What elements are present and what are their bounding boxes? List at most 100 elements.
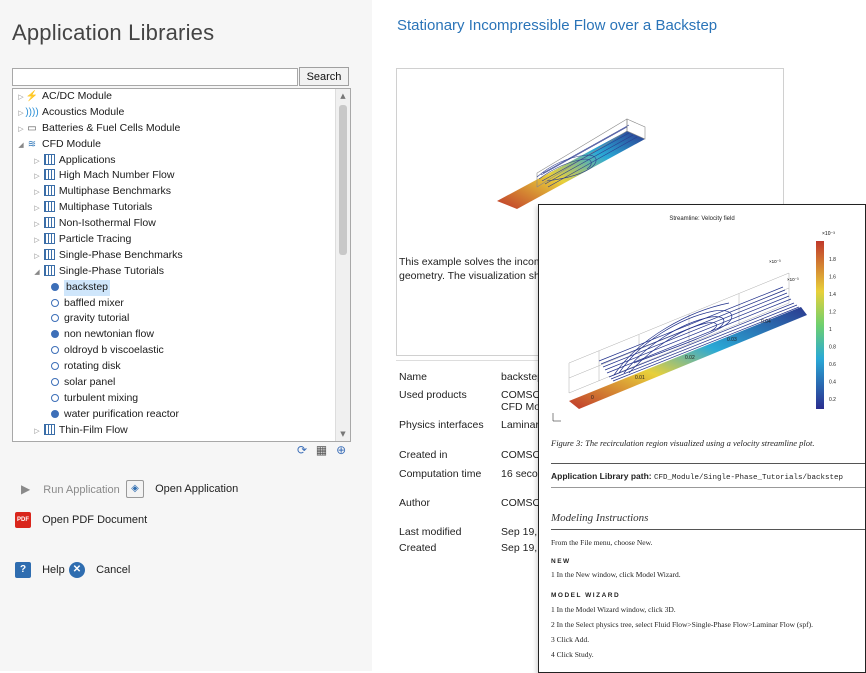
wizard-step-4: 4 Click Study. <box>551 650 594 659</box>
tree-item[interactable]: ▷ Non-Isothermal Flow <box>13 216 335 232</box>
model-filled-icon <box>51 330 59 339</box>
expand-icon[interactable]: ▷ <box>33 154 41 170</box>
tree-item[interactable]: ◢ Single-Phase Tutorials <box>13 264 335 280</box>
expand-icon[interactable]: ▷ <box>33 201 41 217</box>
tree-item-label: backstep <box>64 279 111 296</box>
pdf-document-page[interactable]: Streamline: Velocity field ×10⁻³ 1.8 1.6 1… <box>538 204 866 673</box>
refresh-icon[interactable]: ⟳ <box>297 443 307 457</box>
folder-icon <box>43 169 55 181</box>
web-icon[interactable]: ⊕ <box>336 443 346 457</box>
help-label: Help <box>42 563 65 576</box>
tree-item-label: Acoustics Module <box>42 105 125 118</box>
tree-item[interactable]: ▷ Multiphase Benchmarks <box>13 184 335 200</box>
expand-icon[interactable]: ▷ <box>33 233 41 249</box>
open-application-label: Open Application <box>155 482 239 495</box>
info-value: Laminar <box>501 419 539 431</box>
tree-item-label: water purification reactor <box>64 407 179 420</box>
cancel-button[interactable]: ✕ Cancel <box>69 562 130 578</box>
collapse-icon[interactable]: ◢ <box>33 265 41 281</box>
tree-scrollbar[interactable]: ▲ ▼ <box>335 89 350 441</box>
tree-item[interactable]: oldroyd b viscoelastic <box>13 343 335 359</box>
rule <box>551 463 865 464</box>
run-icon: ▶ <box>21 482 31 496</box>
tree-item-label: turbulent mixing <box>64 391 139 404</box>
tree-item[interactable]: baffled mixer <box>13 296 335 312</box>
tree-item[interactable]: ▷ Single-Phase Benchmarks <box>13 248 335 264</box>
library-tree[interactable]: ▷ ⚡ AC/DC Module ▷)))) Acoustics Module ▷ ▭ Bat… <box>12 88 351 442</box>
library-path-value: CFD_Module/Single-Phase_Tutorials/backst… <box>653 474 843 482</box>
expand-icon[interactable]: ▷ <box>33 249 41 265</box>
tree-item[interactable]: backstep <box>13 279 335 296</box>
folder-icon <box>43 248 55 260</box>
tree-item[interactable]: rotating disk <box>13 359 335 375</box>
library-pane: Application Libraries Search ▷ ⚡ AC/DC Mod… <box>0 0 372 671</box>
colorbar <box>816 241 824 409</box>
help-button[interactable]: ? Help <box>15 562 65 578</box>
colorbar-tick-label: 1.8 <box>829 257 836 263</box>
tree-item[interactable]: turbulent mixing <box>13 391 335 407</box>
folder-icon <box>43 423 55 435</box>
update-library-icon[interactable]: ▦ <box>316 443 327 457</box>
collapse-icon[interactable]: ◢ <box>17 138 25 154</box>
tree-item[interactable]: ◢ ≋ CFD Module <box>13 137 335 153</box>
expand-icon[interactable]: ▷ <box>33 185 41 201</box>
tree-item[interactable]: ▷ Particle Tracing <box>13 232 335 248</box>
model-wizard-heading: MODEL WIZARD <box>551 592 621 599</box>
tree-item-label: Multiphase Tutorials <box>58 201 153 214</box>
tree-item[interactable]: ▷ Thin-Film Flow <box>13 423 335 439</box>
tree-item[interactable]: non newtonian flow <box>13 327 335 343</box>
info-label: Name <box>399 371 428 383</box>
tree-item[interactable]: ▷ High Mach Number Flow <box>13 168 335 184</box>
expand-icon[interactable]: ▷ <box>17 122 25 138</box>
run-application-label: Run Application <box>43 484 120 496</box>
tree-item-label: Applications <box>58 153 116 166</box>
tree-item-label: non newtonian flow <box>64 328 154 341</box>
scrollbar-thumb[interactable] <box>339 105 347 255</box>
expand-icon[interactable]: ▷ <box>17 90 25 106</box>
description-line-1: This example solves the incomp <box>399 256 549 268</box>
streamline-plot: ×10⁻³ 1.8 1.6 1.4 1.2 1 0.8 0.6 0.4 0.2 0.04 0.03… <box>552 231 836 422</box>
tree-item[interactable]: ▷ ⚡ AC/DC Module <box>13 89 335 105</box>
scroll-up-icon[interactable]: ▲ <box>336 90 350 102</box>
tree-item[interactable]: water purification reactor <box>13 407 335 423</box>
search-button[interactable]: Search <box>299 67 349 86</box>
tree-item[interactable]: ▷ Applications <box>13 153 335 169</box>
tree-item[interactable]: ▷ ▭ Batteries & Fuel Cells Module <box>13 121 335 137</box>
cancel-icon: ✕ <box>69 562 85 578</box>
search-input[interactable] <box>12 68 298 86</box>
open-pdf-button[interactable]: PDF Open PDF Document <box>15 512 147 528</box>
folder-icon <box>43 201 55 213</box>
model-filled-icon <box>51 409 59 418</box>
tree-item-label: Chemical Reaction Engineering Module <box>42 439 226 441</box>
tree-item[interactable]: solar panel <box>13 375 335 391</box>
scroll-down-icon[interactable]: ▼ <box>336 428 350 440</box>
expand-icon[interactable]: ▷ <box>33 424 41 440</box>
tree-item[interactable]: ▷⁘Chemical Reaction Engineering Module <box>13 439 335 441</box>
open-application-button[interactable]: ◈ Open Application <box>126 480 238 498</box>
run-application-button[interactable]: ▶ Run Application <box>21 482 120 496</box>
colorbar-exponent: ×10⁻³ <box>822 231 835 237</box>
tree-item[interactable]: ▷)))) Acoustics Module <box>13 105 335 121</box>
colorbar-tick-label: 1.6 <box>829 275 836 281</box>
expand-icon[interactable]: ▷ <box>33 217 41 233</box>
wizard-step-2: 2 In the Select physics tree, select Flu… <box>551 620 813 629</box>
tree-item-label: gravity tutorial <box>64 312 130 325</box>
expand-icon[interactable]: ▷ <box>17 106 25 122</box>
battery-module-icon: ▭ <box>27 122 37 134</box>
tree-item-label: CFD Module <box>42 137 101 150</box>
expand-icon[interactable]: ▷ <box>17 440 25 441</box>
scale-label-1: ×10⁻³ <box>769 259 781 264</box>
colorbar-tick-label: 1.2 <box>829 310 836 316</box>
x-tick-label: 0.04 <box>761 319 771 325</box>
colorbar-tick-label: 0.6 <box>829 362 836 368</box>
tree-item[interactable]: gravity tutorial <box>13 311 335 327</box>
info-label: Used products <box>399 389 467 401</box>
expand-icon[interactable]: ▷ <box>33 169 41 185</box>
document-title: Stationary Incompressible Flow over a Ba… <box>397 17 718 34</box>
info-label: Created in <box>399 449 448 461</box>
model-hollow-icon <box>51 393 59 402</box>
cfd-module-icon: ≋ <box>27 138 37 150</box>
tree-item[interactable]: ▷ Multiphase Tutorials <box>13 200 335 216</box>
tree-item-label: Thin-Film Flow <box>58 423 128 436</box>
colorbar-tick-label: 1 <box>829 327 832 333</box>
